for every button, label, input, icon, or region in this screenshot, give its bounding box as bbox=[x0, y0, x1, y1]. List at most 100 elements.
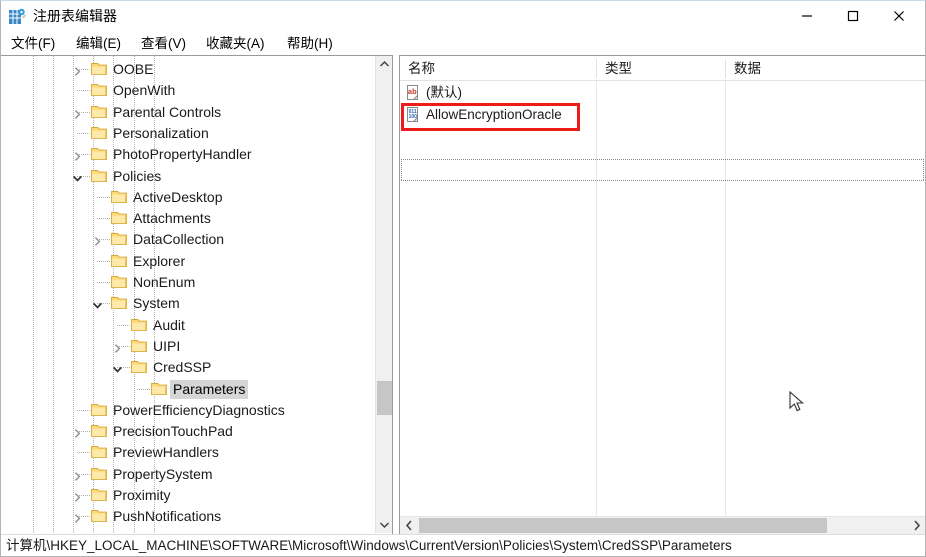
tree-item-label: ActiveDesktop bbox=[133, 188, 223, 205]
tree-item-parameters[interactable]: Parameters bbox=[1, 379, 376, 400]
tree-scrollbar-thumb[interactable] bbox=[377, 381, 392, 415]
tree-item-label: OOBE bbox=[113, 61, 154, 77]
folder-icon bbox=[91, 126, 108, 140]
maximize-button[interactable] bbox=[830, 1, 876, 31]
tree-item-openwith[interactable]: OpenWith bbox=[1, 80, 376, 101]
tree-item-precisiontouchpad[interactable]: PrecisionTouchPad bbox=[1, 421, 376, 442]
chevron-right-icon[interactable] bbox=[72, 490, 83, 502]
registry-editor-window: 注册表编辑器 文件(F) 编辑(E) 查看(V) 收藏夹(A) 帮助(H) OO… bbox=[0, 0, 926, 557]
tree-item-label: Personalization bbox=[113, 124, 209, 141]
registry-tree[interactable]: OOBE OpenWith Parental Controls Personaliza… bbox=[1, 56, 376, 533]
tree-item-activedesktop[interactable]: ActiveDesktop bbox=[1, 187, 376, 208]
chevron-right-icon[interactable] bbox=[72, 107, 83, 119]
value-name: (默认) bbox=[426, 85, 462, 100]
tree-connector bbox=[77, 90, 90, 92]
values-horizontal-scrollbar[interactable] bbox=[400, 516, 925, 534]
tree-item-label: PropertySystem bbox=[113, 465, 213, 482]
folder-icon bbox=[111, 296, 128, 310]
chevron-right-icon[interactable] bbox=[92, 234, 103, 247]
tree-item-parental-controls[interactable]: Parental Controls bbox=[1, 102, 376, 123]
folder-icon bbox=[91, 147, 108, 161]
tree-item-uipi[interactable]: UIPI bbox=[1, 336, 376, 357]
value-name: AllowEncryptionOracle bbox=[426, 107, 562, 122]
folder-icon bbox=[91, 488, 108, 502]
chevron-right-icon[interactable] bbox=[112, 341, 123, 353]
close-button[interactable] bbox=[876, 1, 922, 31]
tree-item-powerefficiencydiagnostics[interactable]: PowerEfficiencyDiagnostics bbox=[1, 400, 376, 421]
focused-row-outline bbox=[401, 159, 924, 181]
chevron-right-icon[interactable] bbox=[72, 426, 83, 438]
column-header-data[interactable]: 数据 bbox=[726, 56, 925, 80]
folder-icon bbox=[91, 105, 108, 119]
column-header-name[interactable]: 名称 bbox=[400, 56, 597, 80]
tree-connector bbox=[77, 452, 90, 454]
tree-connector bbox=[137, 388, 150, 390]
table-row[interactable]: 011 100 AllowEncryptionOracle REG_DWORD … bbox=[400, 104, 925, 126]
tree-item-explorer[interactable]: Explorer bbox=[1, 251, 376, 272]
table-row[interactable]: ab (默认) REG_SZ (数值未设置) bbox=[400, 82, 925, 104]
chevron-right-icon[interactable] bbox=[72, 469, 83, 481]
folder-icon bbox=[91, 403, 108, 417]
folder-icon bbox=[131, 360, 148, 374]
registry-values-pane[interactable]: 名称 类型 数据 ab (默认) REG_SZ (数值未设置) bbox=[399, 55, 925, 534]
tree-item-attachments[interactable]: Attachments bbox=[1, 208, 376, 229]
menu-help[interactable]: 帮助(H) bbox=[282, 32, 338, 55]
svg-text:ab: ab bbox=[408, 87, 417, 96]
registry-path: 计算机\HKEY_LOCAL_MACHINE\SOFTWARE\Microsof… bbox=[6, 538, 732, 553]
dword-value-icon: 011 100 bbox=[405, 106, 423, 123]
chevron-right-icon[interactable] bbox=[72, 511, 83, 524]
menu-view[interactable]: 查看(V) bbox=[136, 32, 191, 55]
menu-edit[interactable]: 编辑(E) bbox=[71, 32, 126, 55]
scroll-up-icon[interactable] bbox=[376, 56, 392, 73]
status-bar: 计算机\HKEY_LOCAL_MACHINE\SOFTWARE\Microsof… bbox=[1, 534, 925, 556]
tree-item-system[interactable]: System bbox=[1, 293, 376, 314]
menu-favorites[interactable]: 收藏夹(A) bbox=[201, 32, 270, 55]
scroll-down-icon[interactable] bbox=[376, 516, 392, 533]
tree-item-personalization[interactable]: Personalization bbox=[1, 123, 376, 144]
chevron-down-icon[interactable] bbox=[72, 171, 83, 182]
column-header-type[interactable]: 类型 bbox=[597, 56, 726, 80]
chevron-right-icon[interactable] bbox=[72, 149, 83, 162]
tree-item-label: PreviewHandlers bbox=[113, 444, 219, 461]
tree-item-label: DataCollection bbox=[133, 231, 225, 248]
tree-item-label: Policies bbox=[113, 167, 162, 184]
registry-tree-pane[interactable]: OOBE OpenWith Parental Controls Personaliza… bbox=[1, 55, 393, 534]
tree-item-oobe[interactable]: OOBE bbox=[1, 59, 376, 80]
folder-icon bbox=[91, 445, 108, 459]
folder-icon bbox=[91, 467, 108, 481]
chevron-down-icon[interactable] bbox=[112, 362, 123, 373]
tree-connector bbox=[77, 409, 90, 411]
menu-file[interactable]: 文件(F) bbox=[6, 32, 60, 55]
scroll-left-icon[interactable] bbox=[400, 517, 418, 534]
chevron-right-icon[interactable] bbox=[72, 64, 83, 76]
values-scrollbar-thumb[interactable] bbox=[419, 518, 827, 533]
tree-item-proximity[interactable]: Proximity bbox=[1, 485, 376, 506]
folder-icon bbox=[111, 232, 128, 246]
tree-item-label: PrecisionTouchPad bbox=[113, 423, 233, 440]
scroll-right-icon[interactable] bbox=[908, 517, 925, 534]
tree-item-previewhandlers[interactable]: PreviewHandlers bbox=[1, 442, 376, 463]
column-divider-name-type[interactable] bbox=[596, 59, 597, 78]
tree-item-propertysystem[interactable]: PropertySystem bbox=[1, 464, 376, 485]
tree-connector bbox=[97, 260, 110, 262]
tree-item-label: PhotoPropertyHandler bbox=[113, 146, 252, 163]
tree-vertical-scrollbar[interactable] bbox=[375, 56, 392, 533]
folder-icon bbox=[111, 275, 128, 289]
tree-item-policies[interactable]: Policies bbox=[1, 166, 376, 187]
tree-connector bbox=[117, 324, 130, 326]
tree-item-pushnotifications[interactable]: PushNotifications bbox=[1, 506, 376, 527]
folder-icon bbox=[91, 169, 108, 183]
tree-connector bbox=[97, 282, 110, 283]
chevron-down-icon[interactable] bbox=[92, 298, 103, 309]
tree-item-audit[interactable]: Audit bbox=[1, 315, 376, 336]
tree-item-nonenum[interactable]: NonEnum bbox=[1, 272, 376, 293]
column-divider-type-data[interactable] bbox=[725, 59, 726, 78]
minimize-button[interactable] bbox=[784, 1, 830, 31]
tree-item-photopropertyhandler[interactable]: PhotoPropertyHandler bbox=[1, 144, 376, 165]
tree-item-datacollection[interactable]: DataCollection bbox=[1, 229, 376, 250]
tree-item-label: PushNotifications bbox=[113, 508, 222, 525]
tree-item-label: CredSSP bbox=[153, 359, 212, 376]
tree-item-credssp[interactable]: CredSSP bbox=[1, 357, 376, 378]
tree-item-label: NonEnum bbox=[133, 274, 196, 290]
values-column-header: 名称 类型 数据 bbox=[400, 56, 925, 81]
